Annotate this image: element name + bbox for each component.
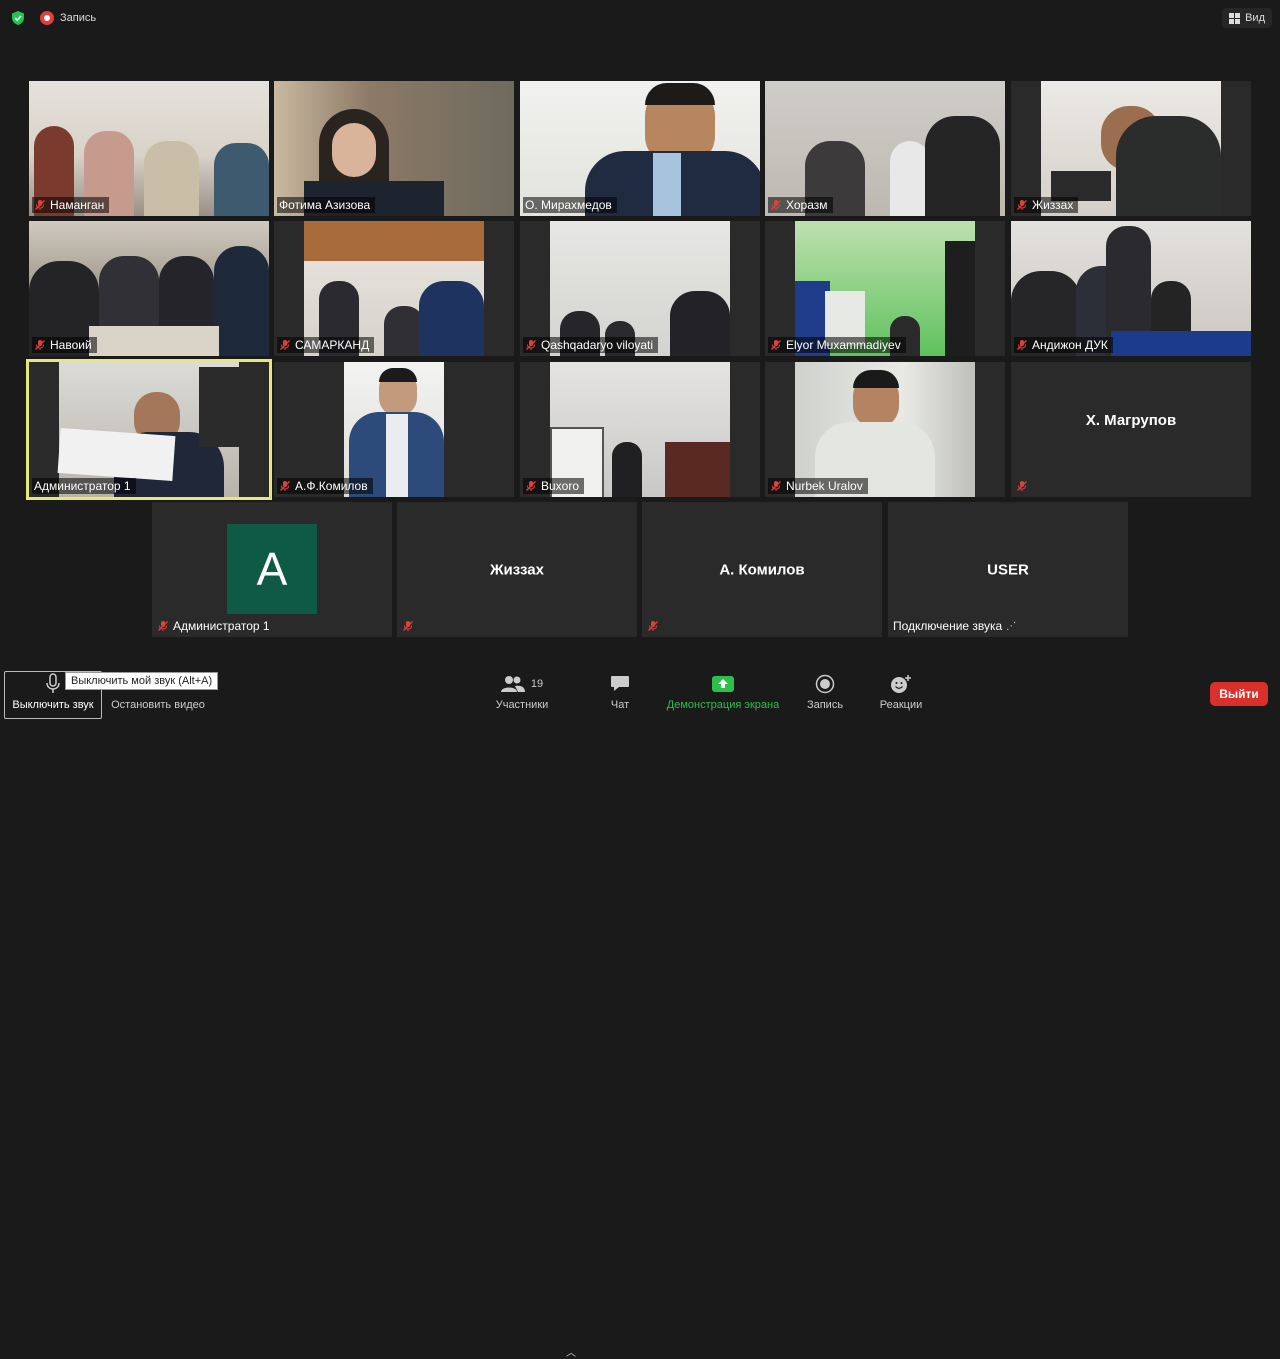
participant-name-label: Хоразм xyxy=(768,197,833,213)
video-feed xyxy=(520,81,760,216)
reactions-button[interactable]: Реакции xyxy=(872,672,930,711)
video-tile-andijon[interactable]: Андижон ДУК xyxy=(1011,221,1251,356)
participants-icon xyxy=(500,676,525,692)
mute-tooltip: Выключить мой звук (Alt+A) xyxy=(65,672,219,690)
microphone-icon xyxy=(45,672,61,696)
mic-muted-icon xyxy=(1016,339,1028,351)
mic-muted-icon xyxy=(770,480,782,492)
video-feed xyxy=(550,221,730,356)
mic-muted-icon xyxy=(647,620,659,632)
video-feed xyxy=(304,221,484,356)
video-feed xyxy=(1011,221,1251,356)
mic-muted-icon xyxy=(279,480,291,492)
top-bar: Запись Вид xyxy=(0,0,1280,36)
loading-dots-icon: ⋰ xyxy=(1006,620,1017,632)
video-tile-admin1-active-speaker[interactable]: Администратор 1 xyxy=(29,362,269,497)
video-feed xyxy=(795,221,975,356)
mic-muted-icon xyxy=(1016,199,1028,211)
video-tile-azizova[interactable]: Фотима Азизова xyxy=(274,81,514,216)
participant-name: Жиззах xyxy=(490,561,544,578)
video-feed xyxy=(29,221,269,356)
name-tile-jizzakh[interactable]: Жиззах xyxy=(397,502,637,637)
participant-name-label: САМАРКАНД xyxy=(277,337,375,353)
video-tile-qashqadaryo[interactable]: Qashqadaryo viloyati xyxy=(520,221,760,356)
mic-muted-icon xyxy=(1016,480,1028,492)
video-feed xyxy=(57,362,239,497)
participant-name-label: Elyor Muxammadiyev xyxy=(768,337,906,353)
participant-name-label: Наманган xyxy=(32,197,110,213)
participant-mic-status xyxy=(645,618,664,634)
video-tile-samarkand[interactable]: САМАРКАНД xyxy=(274,221,514,356)
mic-muted-icon xyxy=(279,339,291,351)
recording-label: Запись xyxy=(60,12,97,24)
participant-mic-status xyxy=(1014,478,1033,494)
mic-muted-icon xyxy=(770,339,782,351)
participant-name-label: Фотима Азизова xyxy=(277,197,376,213)
name-tile-user[interactable]: USER Подключение звука ⋰ xyxy=(888,502,1128,637)
participant-mic-status xyxy=(400,618,419,634)
video-feed xyxy=(765,81,1005,216)
share-screen-button[interactable]: Демонстрация экрана xyxy=(660,672,786,711)
participant-name-label: А.Ф.Комилов xyxy=(277,478,373,494)
participant-name: Х. Магрупов xyxy=(1085,412,1177,429)
chevron-up-icon[interactable]: ︿ xyxy=(566,1344,576,1359)
share-screen-icon xyxy=(712,672,734,696)
video-tile-mirakhmedov[interactable]: О. Мирахмедов xyxy=(520,81,760,216)
chat-button[interactable]: Чат xyxy=(600,672,640,711)
video-feed xyxy=(344,362,444,497)
avatar-tile-admin1[interactable]: A Администратор 1 xyxy=(152,502,392,637)
name-tile-komilov-a[interactable]: А. Комилов xyxy=(642,502,882,637)
video-feed xyxy=(550,362,730,497)
chat-icon xyxy=(610,672,630,696)
mic-muted-icon xyxy=(525,480,537,492)
video-tile-elyor[interactable]: Elyor Muxammadiyev xyxy=(765,221,1005,356)
video-tile-buxoro[interactable]: Buxoro xyxy=(520,362,760,497)
mic-muted-icon xyxy=(34,339,46,351)
view-label: Вид xyxy=(1245,12,1265,24)
video-feed xyxy=(274,81,514,216)
video-feed xyxy=(29,81,269,216)
grid-view-icon xyxy=(1229,12,1241,24)
video-tile-komilov-af[interactable]: А.Ф.Комилов xyxy=(274,362,514,497)
video-feed xyxy=(795,362,975,497)
participant-name-label: О. Мирахмедов xyxy=(523,197,617,213)
avatar: A xyxy=(227,524,317,614)
video-feed xyxy=(1041,81,1221,216)
participants-button[interactable]: 19 Участники xyxy=(492,672,552,711)
mic-muted-icon xyxy=(525,339,537,351)
participants-count: 19 xyxy=(530,678,544,690)
emoji-add-icon xyxy=(890,672,912,696)
mic-muted-icon xyxy=(34,199,46,211)
shield-icon[interactable] xyxy=(10,10,26,26)
name-tile-magrupov[interactable]: Х. Магрупов xyxy=(1011,362,1251,497)
video-tile-nurbek[interactable]: Nurbek Uralov xyxy=(765,362,1005,497)
participant-name-label: Администратор 1 xyxy=(155,618,275,634)
audio-connecting-status: Подключение звука ⋰ xyxy=(893,619,1017,633)
mic-muted-icon xyxy=(157,620,169,632)
record-icon xyxy=(815,672,835,696)
video-tile-jizzakh-video[interactable]: Жиззах xyxy=(1011,81,1251,216)
video-tile-namangan[interactable]: Наманган xyxy=(29,81,269,216)
video-tile-navoiy[interactable]: Навоий xyxy=(29,221,269,356)
participant-name-label: Buxoro xyxy=(523,478,585,494)
participant-name-label: Администратор 1 xyxy=(32,478,136,494)
record-button[interactable]: Запись xyxy=(800,672,850,711)
record-dot-icon xyxy=(40,11,54,25)
view-button[interactable]: Вид xyxy=(1222,8,1272,28)
mic-muted-icon xyxy=(770,199,782,211)
participant-name: USER xyxy=(987,561,1029,578)
participant-name: А. Комилов xyxy=(719,561,805,578)
participant-name-label: Nurbek Uralov xyxy=(768,478,868,494)
participant-name-label: Андижон ДУК xyxy=(1014,337,1113,353)
leave-meeting-button[interactable]: Выйти xyxy=(1210,682,1268,706)
recording-indicator[interactable]: Запись xyxy=(40,11,96,25)
video-tile-khorazm[interactable]: Хоразм xyxy=(765,81,1005,216)
mic-muted-icon xyxy=(402,620,414,632)
participant-name-label: Qashqadaryo viloyati xyxy=(523,337,659,353)
participant-name-label: Жиззах xyxy=(1014,197,1079,213)
participant-name-label: Навоий xyxy=(32,337,97,353)
